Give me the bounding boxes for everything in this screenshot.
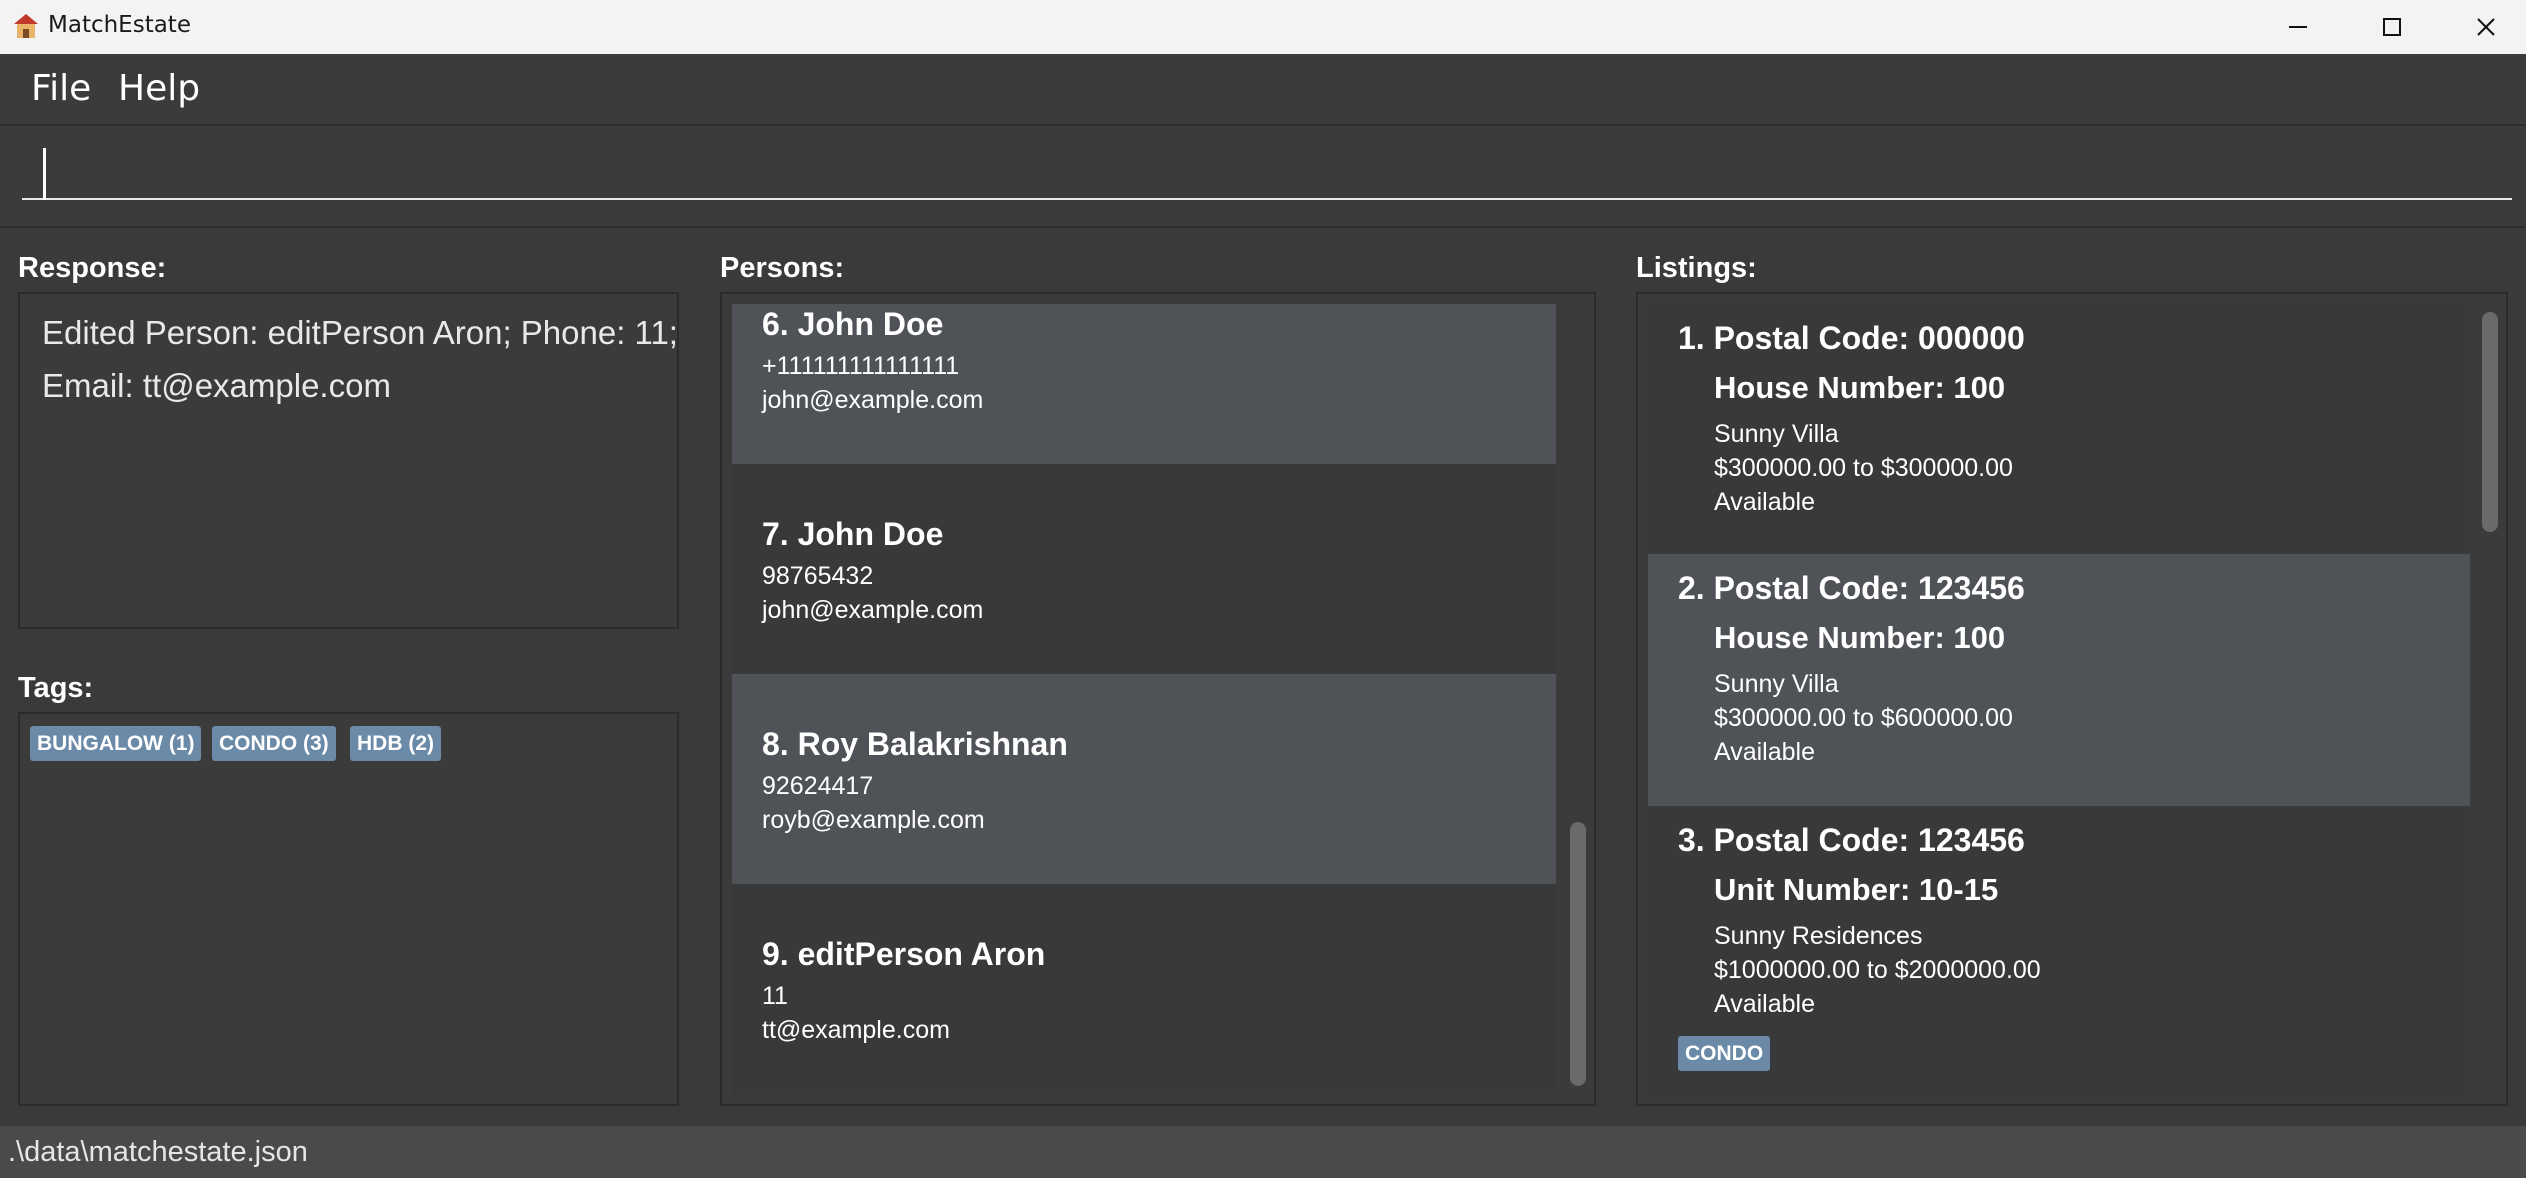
listing-name: Sunny Residences	[1714, 922, 1923, 950]
listing-status: Available	[1714, 990, 1816, 1018]
minimize-icon	[2289, 26, 2307, 28]
person-phone: 11	[762, 982, 788, 1010]
close-icon	[2477, 18, 2495, 36]
person-card[interactable]: 8. Roy Balakrishnan 92624417 royb@exampl…	[732, 674, 1556, 884]
menu-help[interactable]: Help	[118, 68, 200, 109]
window-title: MatchEstate	[48, 12, 191, 38]
tag-chip-bungalow: BUNGALOW (1)	[30, 726, 202, 761]
persons-scrollbar[interactable]	[1562, 294, 1592, 1104]
person-email: john@example.com	[762, 596, 984, 624]
menu-bar: File Help	[0, 54, 2526, 126]
tag-chip-condo: CONDO (3)	[212, 726, 336, 761]
maximize-button[interactable]	[2345, 0, 2439, 54]
response-panel: Edited Person: editPerson Aron; Phone: 1…	[18, 292, 679, 629]
person-email: royb@example.com	[762, 806, 985, 834]
command-box	[0, 126, 2526, 228]
person-name: 9. editPerson Aron	[762, 936, 1046, 972]
status-bar: .\data\matchestate.json	[0, 1126, 2526, 1178]
command-input[interactable]	[22, 140, 2512, 200]
listing-unit: House Number: 100	[1714, 620, 2006, 655]
listing-name: Sunny Villa	[1714, 420, 1839, 448]
person-card[interactable]: 7. John Doe 98765432 john@example.com	[732, 464, 1556, 674]
close-button[interactable]	[2439, 0, 2526, 54]
listing-title: 2. Postal Code: 123456	[1678, 570, 2025, 606]
listing-status: Available	[1714, 488, 1816, 516]
person-card[interactable]: 9. editPerson Aron 11 tt@example.com	[732, 884, 1556, 1094]
listing-card[interactable]: 1. Postal Code: 000000 House Number: 100…	[1648, 304, 2470, 554]
persons-label: Persons:	[720, 252, 845, 284]
menu-file[interactable]: File	[31, 68, 91, 109]
person-name: 7. John Doe	[762, 516, 944, 552]
listings-label: Listings:	[1636, 252, 1757, 284]
listing-card[interactable]: 3. Postal Code: 123456 Unit Number: 10-1…	[1648, 806, 2470, 1096]
person-email: tt@example.com	[762, 1016, 950, 1044]
data-file-path: .\data\matchestate.json	[8, 1136, 308, 1168]
person-name: 6. John Doe	[762, 306, 944, 342]
listing-card[interactable]: 2. Postal Code: 123456 House Number: 100…	[1648, 554, 2470, 806]
listing-unit: Unit Number: 10-15	[1714, 872, 1999, 907]
text-caret	[43, 148, 46, 200]
persons-scrollbar-thumb[interactable]	[1570, 822, 1586, 1086]
listing-status: Available	[1714, 738, 1816, 766]
listings-scrollbar[interactable]	[2474, 294, 2504, 1104]
listing-name: Sunny Villa	[1714, 670, 1839, 698]
person-phone: 98765432	[762, 562, 874, 590]
tags-panel: BUNGALOW (1) CONDO (3) HDB (2)	[18, 712, 679, 1106]
person-card[interactable]: 6. John Doe +111111111111111 john@exampl…	[732, 304, 1556, 464]
response-text: Edited Person: editPerson Aron; Phone: 1…	[42, 314, 678, 404]
listings-list[interactable]: 1. Postal Code: 000000 House Number: 100…	[1636, 292, 2508, 1106]
minimize-button[interactable]	[2251, 0, 2345, 54]
listing-price: $300000.00 to $300000.00	[1714, 454, 2013, 482]
maximize-icon	[2383, 18, 2401, 36]
listing-title: 3. Postal Code: 123456	[1678, 822, 2025, 858]
listing-tag-chip: CONDO	[1678, 1036, 1771, 1071]
title-bar: MatchEstate	[0, 0, 2526, 54]
listing-price: $300000.00 to $600000.00	[1714, 704, 2013, 732]
listings-scrollbar-thumb[interactable]	[2482, 312, 2498, 532]
persons-list[interactable]: 6. John Doe +111111111111111 john@exampl…	[720, 292, 1596, 1106]
person-phone: 92624417	[762, 772, 874, 800]
person-name: 8. Roy Balakrishnan	[762, 726, 1068, 762]
tag-chip-hdb: HDB (2)	[350, 726, 441, 761]
listing-price: $1000000.00 to $2000000.00	[1714, 956, 2041, 984]
person-email: john@example.com	[762, 386, 984, 414]
listing-title: 1. Postal Code: 000000	[1678, 320, 2025, 356]
tags-label: Tags:	[18, 672, 94, 704]
house-icon	[14, 14, 38, 38]
listing-unit: House Number: 100	[1714, 370, 2006, 405]
person-phone: +111111111111111	[762, 352, 960, 380]
response-label: Response:	[18, 252, 167, 284]
